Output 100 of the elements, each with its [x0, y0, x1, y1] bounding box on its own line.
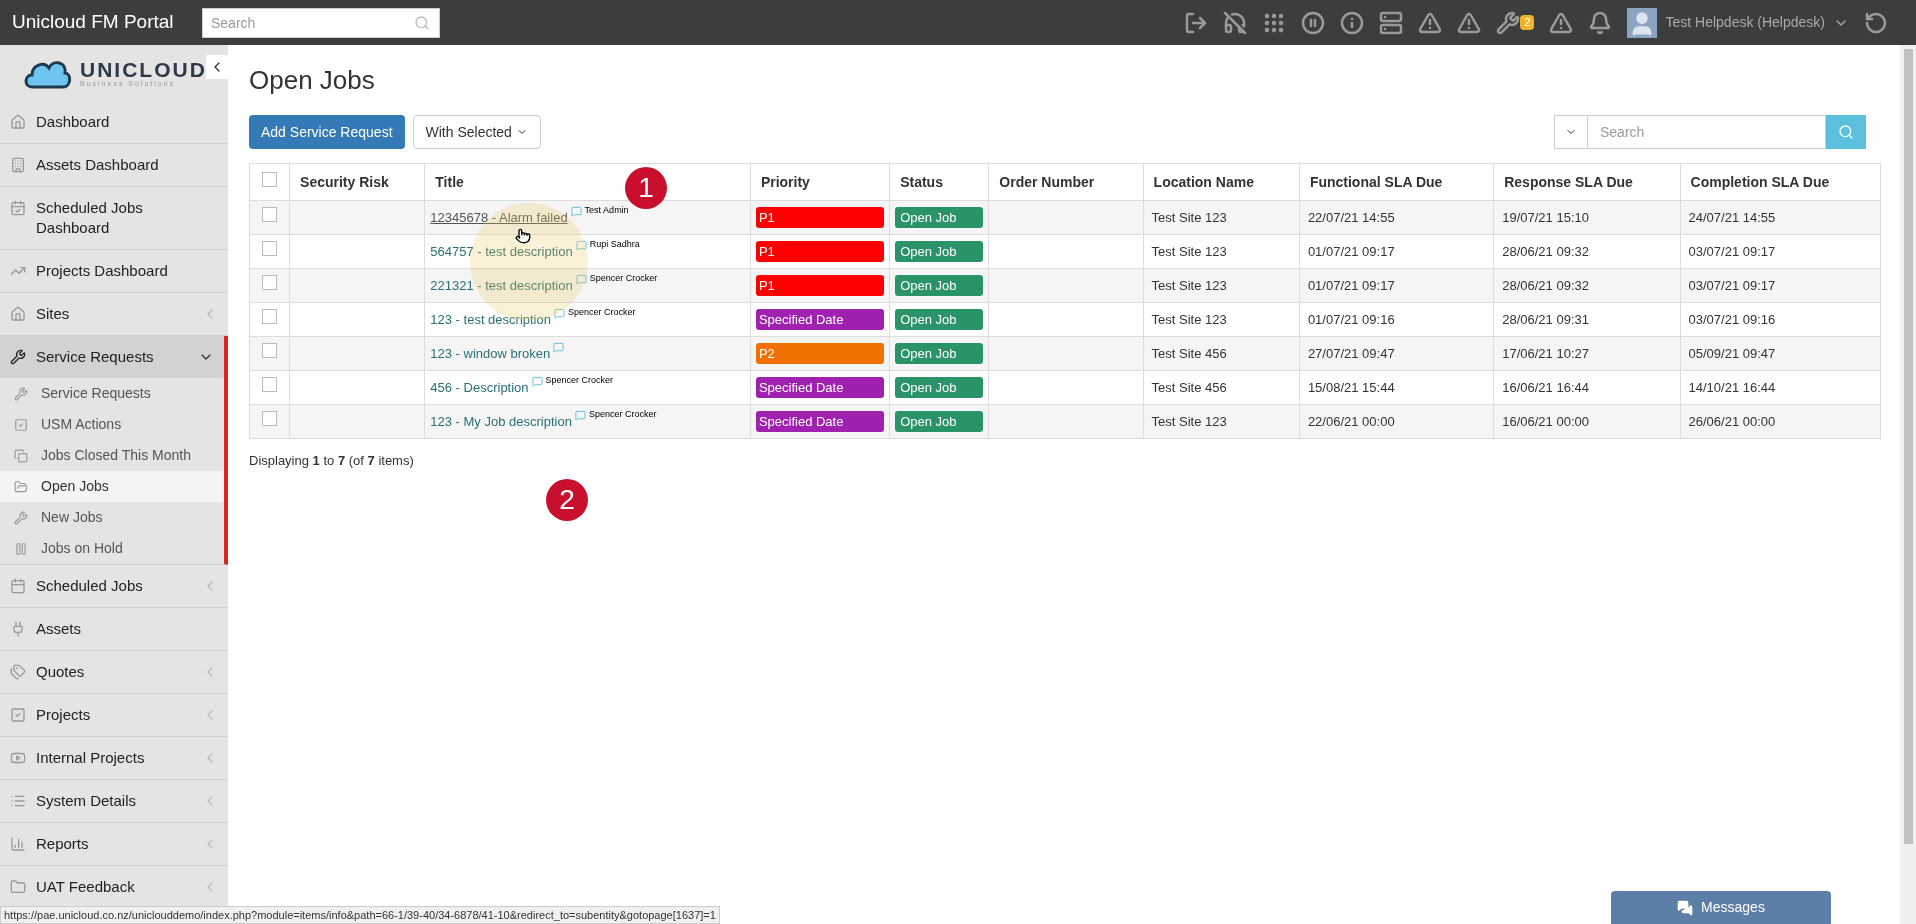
house-icon [10, 306, 26, 322]
comment-icon [553, 341, 565, 353]
sidebar-item[interactable]: Sites [0, 293, 228, 335]
table-cell: 01/07/21 09:17 [1307, 277, 1395, 293]
submenu-label: USM Actions [41, 415, 122, 434]
submenu-item[interactable]: USM Actions [0, 409, 224, 440]
scrollbar-thumb[interactable] [1903, 49, 1913, 844]
sidebar-item[interactable]: Projects [0, 694, 228, 736]
table-cell: 05/09/21 09:47 [1688, 345, 1776, 361]
search-field[interactable]: Search [202, 7, 440, 38]
calendar-check-icon [10, 200, 26, 216]
notification-badge: 2 [1520, 15, 1535, 30]
submenu-item[interactable]: Open Jobs [0, 471, 224, 502]
sidebar-item[interactable]: Quotes [0, 651, 228, 693]
author-name: Spencer Crocker [545, 373, 614, 387]
search-icon [1838, 124, 1854, 140]
home-icon [10, 114, 26, 130]
submenu-item[interactable]: Jobs Closed This Month [0, 440, 224, 471]
folder-icon [10, 879, 26, 895]
table-search-field[interactable]: Search [1588, 115, 1826, 149]
sidebar-item[interactable]: System Details [0, 780, 228, 822]
with-selected-dropdown[interactable]: With Selected [412, 115, 541, 149]
job-title-link[interactable]: 123 - test description [430, 309, 551, 330]
table-cell: 14/10/21 16:44 [1688, 379, 1776, 395]
sidebar-label: Scheduled Jobs Dashboard [36, 198, 144, 238]
job-title-link[interactable]: 564757 - test description [430, 241, 573, 262]
table-cell: 16/06/21 16:44 [1502, 379, 1589, 395]
sidebar-item[interactable]: Scheduled Jobs [0, 565, 228, 607]
pause-icon[interactable] [1301, 10, 1326, 35]
checkbox[interactable] [262, 241, 278, 257]
sidebar-label: System Details [36, 791, 138, 811]
checkbox[interactable] [262, 309, 278, 325]
status-label: Open Job [895, 343, 984, 364]
table-cell: 03/07/21 09:16 [1688, 311, 1776, 327]
app-title[interactable]: Unicloud FM Portal [12, 8, 202, 37]
warning-icon[interactable] [1418, 10, 1443, 35]
page-title: Open Jobs [249, 65, 376, 95]
sidebar-label: Dashboard [36, 112, 111, 132]
submenu-item[interactable]: Service Requests [0, 378, 224, 409]
folder-open-icon [14, 479, 28, 494]
tag-icon [10, 664, 26, 680]
sidebar-item[interactable]: Scheduled Jobs Dashboard [0, 187, 228, 249]
sidebar-item[interactable]: Service Requests [0, 336, 224, 378]
table-cell: 22/06/21 00:00 [1307, 413, 1395, 429]
wrench-icon [10, 349, 26, 365]
add-service-request-button[interactable]: Add Service Request [249, 115, 405, 149]
column-header[interactable]: Title [435, 173, 464, 190]
bell-icon[interactable] [1588, 10, 1613, 35]
table-cell: 17/06/21 10:27 [1502, 345, 1589, 361]
checkbox[interactable] [262, 207, 278, 223]
pause-icon [14, 541, 28, 556]
server-icon[interactable] [1379, 10, 1404, 35]
checkbox[interactable] [262, 377, 278, 393]
messages-button[interactable]: Messages [1611, 891, 1831, 924]
checkbox[interactable] [262, 171, 278, 187]
sidebar-item[interactable]: UAT Feedback [0, 866, 228, 908]
headset-off-icon[interactable] [1223, 10, 1248, 35]
sidebar-item[interactable]: Assets Dashboard [0, 144, 228, 186]
column-header[interactable]: Priority [760, 173, 810, 190]
wrench-icon [14, 510, 28, 525]
user-name[interactable]: Test Helpdesk (Helpdesk) [1665, 12, 1825, 33]
sidebar-item[interactable]: Internal Projects [0, 737, 228, 779]
table-cell: Test Site 123 [1151, 277, 1227, 293]
priority-label: P2 [755, 343, 885, 364]
warning-icon[interactable] [1457, 10, 1482, 35]
checkbox[interactable] [262, 343, 278, 359]
submenu-label: New Jobs [41, 508, 103, 527]
job-title-link[interactable]: 12345678 - Alarm failed [430, 207, 568, 228]
sidebar-label: Service Requests [36, 347, 155, 367]
exit-icon[interactable] [1184, 10, 1209, 35]
refresh-icon[interactable] [1864, 10, 1888, 35]
table-cell: 26/06/21 00:00 [1688, 413, 1776, 429]
table-cell: Test Site 123 [1151, 311, 1227, 327]
column-header[interactable]: Status [900, 173, 943, 190]
submenu-item[interactable]: New Jobs [0, 502, 224, 533]
submenu-item[interactable]: Jobs on Hold [0, 533, 224, 564]
status-url: https://pae.unicloud.co.nz/uniclouddemo/index.php?module=items/info&path=66-1/39-40/34-6878/41-10&redirect_to=subentity&gotopage[1637]=1 [0, 906, 720, 924]
sidebar-item[interactable]: Assets [0, 608, 228, 650]
author-name: Spencer Crocker [568, 305, 636, 319]
status-label: Open Job [895, 377, 984, 398]
collapse-sidebar-button[interactable] [206, 55, 228, 79]
sidebar-item[interactable]: Dashboard [0, 101, 228, 143]
checkbox[interactable] [262, 411, 278, 427]
pagination-summary: Displaying 1 to 7 (of 7 items) [249, 452, 415, 470]
status-label: Open Job [895, 207, 984, 228]
search-icon [414, 14, 430, 31]
sidebar-item[interactable]: Reports [0, 823, 228, 865]
checkbox[interactable] [262, 275, 278, 291]
wrench-icon[interactable] [1496, 10, 1521, 35]
table-cell: 24/07/21 14:55 [1688, 209, 1776, 225]
building-icon [10, 157, 26, 173]
sidebar-item[interactable]: Projects Dashboard [0, 250, 228, 292]
submenu-label: Service Requests [41, 384, 151, 403]
job-title-link[interactable]: 456 - Description [430, 377, 529, 398]
warning-icon[interactable] [1549, 10, 1574, 35]
avatar[interactable] [1627, 7, 1658, 38]
job-title-link[interactable]: 221321 - test description [430, 275, 573, 296]
sidebar-label: Internal Projects [36, 748, 146, 768]
job-title-link[interactable]: 123 - My Job description [430, 411, 572, 432]
info-icon[interactable] [1340, 10, 1365, 35]
